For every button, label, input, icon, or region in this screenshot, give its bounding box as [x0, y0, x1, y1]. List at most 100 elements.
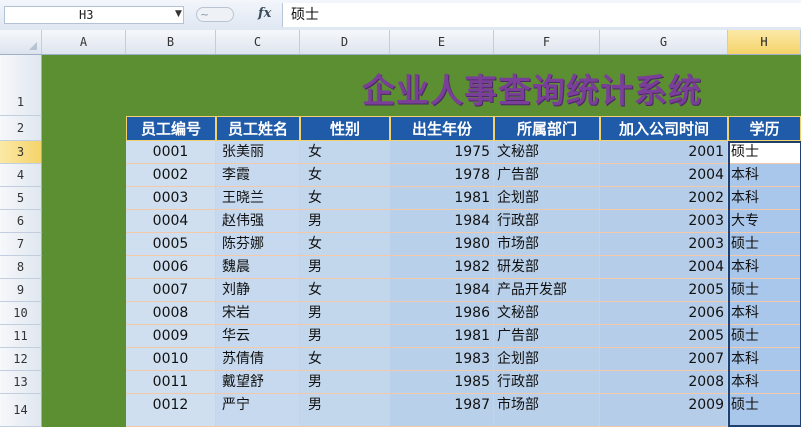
cell-gender[interactable]: 男 — [300, 325, 390, 348]
cell-department[interactable]: 产品开发部 — [494, 279, 600, 302]
cell-gender[interactable]: 女 — [300, 279, 390, 302]
cell-birth-year[interactable]: 1975 — [390, 141, 494, 164]
cell-department[interactable]: 市场部 — [494, 233, 600, 256]
cell-education[interactable]: 本科 — [728, 256, 801, 279]
cell-join-year[interactable]: 2009 — [600, 394, 728, 427]
cell-department[interactable]: 文秘部 — [494, 141, 600, 164]
column-header-f[interactable]: F — [494, 30, 600, 54]
cell-education[interactable]: 硕士 — [728, 394, 801, 427]
cell-department[interactable]: 文秘部 — [494, 302, 600, 325]
cell-department[interactable]: 市场部 — [494, 394, 600, 427]
cell-education[interactable]: 大专 — [728, 210, 801, 233]
column-header-c[interactable]: C — [216, 30, 300, 54]
cell-employee-name[interactable]: 戴望舒 — [216, 371, 300, 394]
cell-gender[interactable]: 男 — [300, 210, 390, 233]
cell-education[interactable]: 硕士 — [728, 325, 801, 348]
cell-employee-name[interactable]: 王晓兰 — [216, 187, 300, 210]
cell-join-year[interactable]: 2005 — [600, 325, 728, 348]
cell-birth-year[interactable]: 1981 — [390, 187, 494, 210]
cell-gender[interactable]: 男 — [300, 371, 390, 394]
row-header-3[interactable]: 3 — [0, 141, 42, 164]
formula-input[interactable]: 硕士 — [282, 3, 801, 27]
cell-join-year[interactable]: 2001 — [600, 141, 728, 164]
row-header-1[interactable]: 1 — [0, 55, 42, 116]
cell-birth-year[interactable]: 1978 — [390, 164, 494, 187]
cell-education[interactable]: 硕士 — [728, 279, 801, 302]
cell-join-year[interactable]: 2008 — [600, 371, 728, 394]
cell-department[interactable]: 广告部 — [494, 164, 600, 187]
header-cell-gender[interactable]: 性别 — [300, 116, 390, 141]
cell-birth-year[interactable]: 1982 — [390, 256, 494, 279]
cell-employee-name[interactable]: 魏晨 — [216, 256, 300, 279]
cell-birth-year[interactable]: 1986 — [390, 302, 494, 325]
cell-employee-id[interactable]: 0008 — [126, 302, 216, 325]
row-header-4[interactable]: 4 — [0, 164, 42, 187]
cell-gender[interactable]: 男 — [300, 394, 390, 427]
cell-employee-name[interactable]: 张美丽 — [216, 141, 300, 164]
cell-join-year[interactable]: 2003 — [600, 233, 728, 256]
column-header-d[interactable]: D — [300, 30, 390, 54]
name-box[interactable]: H3 — [4, 6, 184, 24]
cell-join-year[interactable]: 2004 — [600, 256, 728, 279]
cell-join-year[interactable]: 2003 — [600, 210, 728, 233]
cell-employee-id[interactable]: 0012 — [126, 394, 216, 427]
cell-education[interactable]: 本科 — [728, 371, 801, 394]
cell-birth-year[interactable]: 1981 — [390, 325, 494, 348]
cell-education[interactable]: 本科 — [728, 187, 801, 210]
cell-employee-id[interactable]: 0005 — [126, 233, 216, 256]
cell-birth-year[interactable]: 1980 — [390, 233, 494, 256]
formula-bar-toggle-icon[interactable]: ~ — [196, 7, 234, 22]
cell-gender[interactable]: 女 — [300, 233, 390, 256]
header-cell-education[interactable]: 学历 — [728, 116, 801, 141]
cell-employee-id[interactable]: 0009 — [126, 325, 216, 348]
cell-gender[interactable]: 女 — [300, 164, 390, 187]
cell-employee-id[interactable]: 0006 — [126, 256, 216, 279]
dropdown-arrow-icon[interactable]: ▼ — [175, 9, 182, 19]
cell-employee-id[interactable]: 0003 — [126, 187, 216, 210]
cell-education[interactable]: 硕士 — [728, 233, 801, 256]
cell-department[interactable]: 广告部 — [494, 325, 600, 348]
cell-employee-name[interactable]: 宋岩 — [216, 302, 300, 325]
sheet-title[interactable]: 企业人事查询统计系统 — [362, 64, 762, 112]
cell-department[interactable]: 行政部 — [494, 210, 600, 233]
column-header-b[interactable]: B — [126, 30, 216, 54]
cell-birth-year[interactable]: 1983 — [390, 348, 494, 371]
row-header-9[interactable]: 9 — [0, 279, 42, 302]
cell-department[interactable]: 行政部 — [494, 371, 600, 394]
cell-employee-id[interactable]: 0010 — [126, 348, 216, 371]
cell-employee-id[interactable]: 0001 — [126, 141, 216, 164]
cell-birth-year[interactable]: 1984 — [390, 210, 494, 233]
cell-education[interactable]: 本科 — [728, 164, 801, 187]
cell-employee-name[interactable]: 刘静 — [216, 279, 300, 302]
row-header-5[interactable]: 5 — [0, 187, 42, 210]
cell-gender[interactable]: 女 — [300, 187, 390, 210]
cell-gender[interactable]: 男 — [300, 302, 390, 325]
row-header-11[interactable]: 11 — [0, 325, 42, 348]
cell-employee-name[interactable]: 赵伟强 — [216, 210, 300, 233]
cell-join-year[interactable]: 2005 — [600, 279, 728, 302]
cell-employee-name[interactable]: 李霞 — [216, 164, 300, 187]
row-header-13[interactable]: 13 — [0, 371, 42, 394]
header-cell-birth-year[interactable]: 出生年份 — [390, 116, 494, 141]
row-header-6[interactable]: 6 — [0, 210, 42, 233]
cell-join-year[interactable]: 2007 — [600, 348, 728, 371]
cell-employee-id[interactable]: 0011 — [126, 371, 216, 394]
row-header-7[interactable]: 7 — [0, 233, 42, 256]
cell-department[interactable]: 企划部 — [494, 187, 600, 210]
cell-employee-id[interactable]: 0002 — [126, 164, 216, 187]
cell-employee-id[interactable]: 0007 — [126, 279, 216, 302]
header-cell-join-year[interactable]: 加入公司时间 — [600, 116, 728, 141]
header-cell-department[interactable]: 所属部门 — [494, 116, 600, 141]
cell-education[interactable]: 本科 — [728, 348, 801, 371]
column-header-h[interactable]: H — [728, 30, 801, 54]
row-header-8[interactable]: 8 — [0, 256, 42, 279]
cell-employee-name[interactable]: 华云 — [216, 325, 300, 348]
cell-employee-name[interactable]: 陈芬娜 — [216, 233, 300, 256]
cell-birth-year[interactable]: 1987 — [390, 394, 494, 427]
row-header-2[interactable]: 2 — [0, 116, 42, 141]
cell-education[interactable]: 硕士 — [728, 141, 801, 164]
cell-employee-name[interactable]: 苏倩倩 — [216, 348, 300, 371]
cell-gender[interactable]: 女 — [300, 141, 390, 164]
cell-gender[interactable]: 男 — [300, 256, 390, 279]
row-header-14[interactable]: 14 — [0, 394, 42, 427]
